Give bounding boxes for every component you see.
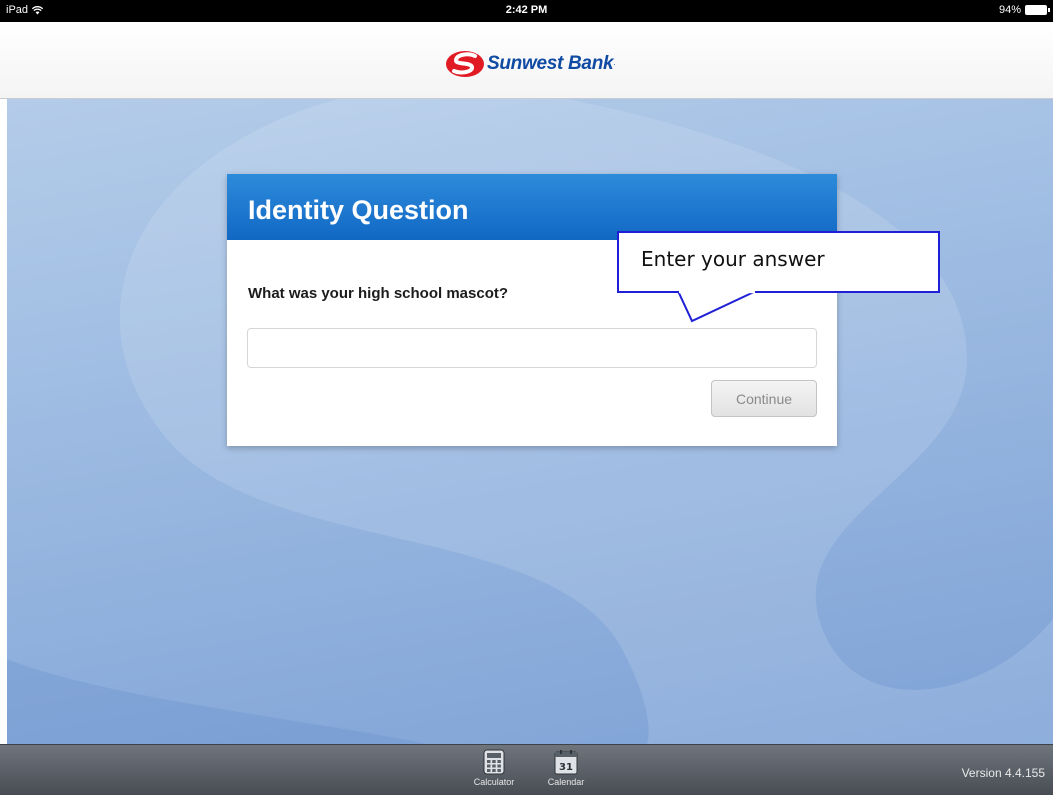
app-screen: iPad 2:42 PM 94% Sunwest Bank · Identity… [0, 0, 1053, 795]
answer-input[interactable] [247, 328, 817, 368]
version-label: Version 4.4.155 [961, 766, 1045, 780]
trademark-mark: · [613, 59, 616, 69]
bottom-toolbar: Calculator 31 Calendar Version 4.4.155 [0, 744, 1053, 795]
continue-button[interactable]: Continue [711, 380, 817, 417]
calculator-icon [483, 749, 505, 775]
status-time: 2:42 PM [505, 4, 548, 16]
sunwest-logo-icon [446, 51, 484, 77]
callout-text: Enter your answer [641, 247, 825, 271]
status-right: 94% [998, 4, 1050, 16]
calculator-label: Calculator [473, 777, 515, 787]
battery-icon [1025, 5, 1050, 15]
bank-logo: Sunwest Bank · [445, 50, 616, 78]
question-label: What was your high school mascot? [248, 285, 509, 302]
calendar-icon: 31 [554, 750, 578, 775]
status-bar: iPad 2:42 PM 94% [0, 0, 1053, 22]
bank-name: Sunwest Bank [487, 53, 614, 74]
calendar-button[interactable]: 31 Calendar [536, 749, 596, 787]
calendar-label: Calendar [547, 777, 585, 787]
battery-percent: 94% [998, 4, 1021, 16]
calculator-button[interactable]: Calculator [464, 749, 524, 787]
callout-box: Enter your answer [617, 231, 940, 293]
app-header: Sunwest Bank · [0, 22, 1053, 99]
calendar-day: 31 [559, 762, 573, 773]
callout-tail [677, 291, 757, 323]
